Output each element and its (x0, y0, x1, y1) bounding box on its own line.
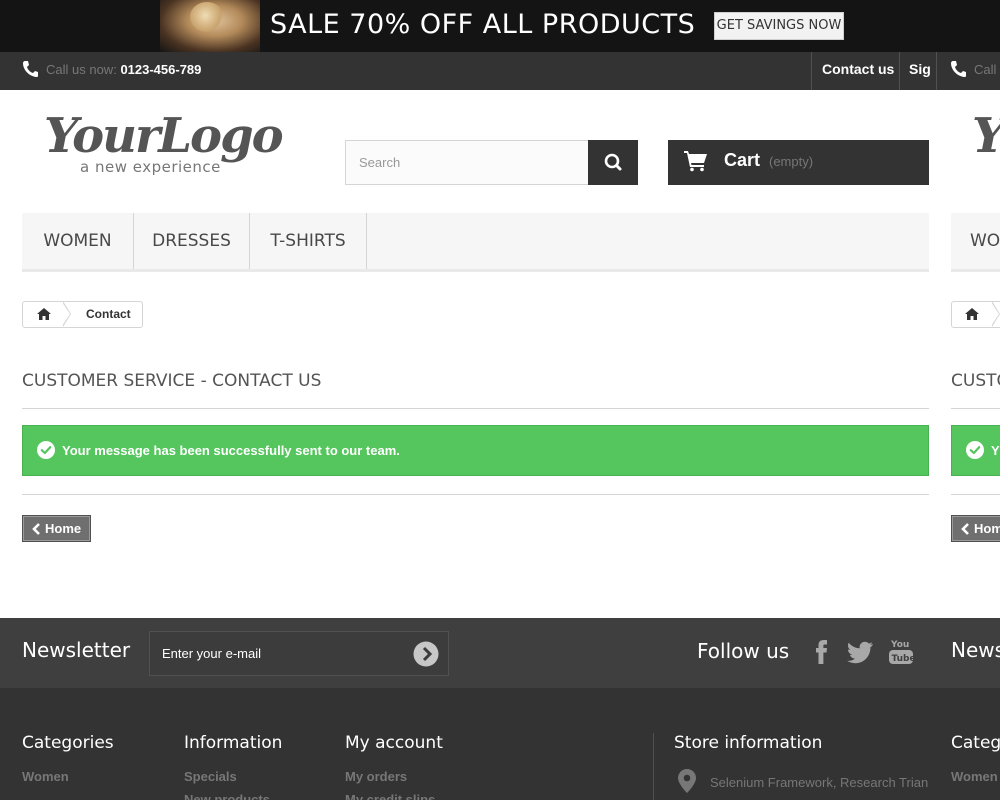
top-nav: Call us now: 0123-456-789 Contact us Sig… (0, 52, 1000, 90)
cart-button[interactable]: Cart (empty) (668, 140, 929, 185)
chevron-left-icon (32, 523, 40, 535)
footer-link-women-dup[interactable]: Women (951, 769, 998, 784)
search-box (345, 140, 638, 185)
store-address: Selenium Framework, Research Trian (710, 775, 929, 790)
call-us-text: Call us now: 0123-456-789 (46, 62, 201, 77)
phone-number: 0123-456-789 (120, 62, 202, 77)
svg-text:You: You (890, 640, 909, 650)
breadcrumb-separator-inner (991, 302, 999, 326)
youtube-icon[interactable]: You Tube (888, 636, 914, 666)
success-message-dup: Y (991, 443, 1000, 458)
footer-link-women[interactable]: Women (22, 769, 69, 784)
follow-us-label: Follow us (697, 639, 790, 663)
breadcrumb-current: Contact (86, 307, 131, 321)
breadcrumb-home-dup[interactable] (952, 302, 992, 327)
footer-link-my-orders[interactable]: My orders (345, 769, 407, 784)
success-alert-dup: Y (951, 425, 1000, 476)
home-icon (965, 308, 979, 320)
content-divider (22, 494, 929, 495)
promo-text: SALE 70% OFF ALL PRODUCTS (270, 9, 696, 40)
footer-account-title: My account (345, 733, 443, 753)
chevron-left-icon (961, 523, 969, 535)
footer-divider (653, 733, 654, 800)
nav-divider (936, 52, 937, 90)
footer-information-title: Information (184, 733, 283, 753)
facebook-icon[interactable] (812, 636, 830, 666)
map-pin-icon (678, 769, 696, 793)
menu-item-dresses[interactable]: DRESSES (134, 213, 250, 269)
newsletter-title: Newsletter (22, 638, 131, 662)
breadcrumb-separator-inner (62, 302, 70, 326)
footer: Categories Women Information Specials Ne… (0, 688, 1000, 800)
phone-icon (23, 61, 38, 77)
sign-in-link[interactable]: Sig (909, 61, 931, 77)
heading-divider (951, 408, 1000, 409)
footer-categories-title-dup: Categ (951, 733, 1000, 753)
newsletter-bar: Newsletter Follow us You Tube News (0, 618, 1000, 688)
breadcrumb: Contact (22, 301, 143, 328)
home-button-label: Home (45, 521, 82, 536)
newsletter-form (149, 631, 449, 676)
check-circle-icon (37, 441, 55, 459)
nav-divider (899, 52, 900, 90)
get-savings-button[interactable]: GET SAVINGS NOW (714, 12, 844, 40)
menu-item-t-shirts[interactable]: T-SHIRTS (250, 213, 367, 269)
site-logo-dup[interactable]: Y (972, 112, 1000, 182)
menu-item-women-dup[interactable]: WO (951, 213, 1000, 269)
content-divider (951, 494, 1000, 495)
breadcrumb-home[interactable] (23, 302, 65, 327)
svg-text:Tube: Tube (892, 654, 915, 664)
heading-divider (22, 408, 929, 409)
footer-categories-title: Categories (22, 733, 114, 753)
footer-store-title: Store information (674, 733, 823, 753)
logo-wordmark-dup: Y (972, 112, 1000, 160)
search-button[interactable] (588, 140, 638, 185)
twitter-icon[interactable] (847, 636, 875, 666)
footer-link-specials[interactable]: Specials (184, 769, 237, 784)
nav-divider (811, 52, 812, 90)
page-title: CUSTOMER SERVICE - CONTACT US (22, 371, 322, 391)
phone-icon (951, 61, 966, 77)
site-logo[interactable]: YourLogo a new experience (44, 112, 284, 182)
call-us-label: Call us now: (46, 62, 117, 77)
logo-tagline: a new experience (80, 158, 221, 176)
footer-link-new-products[interactable]: New products (184, 792, 270, 800)
success-alert: Your message has been successfully sent … (22, 425, 929, 476)
contact-us-link[interactable]: Contact us (822, 61, 894, 77)
search-input[interactable] (346, 141, 589, 184)
newsletter-submit-icon[interactable] (413, 641, 439, 667)
success-message: Your message has been successfully sent … (62, 443, 400, 458)
promo-model-image (160, 0, 260, 52)
page-title-dup: CUSTO (951, 371, 1000, 391)
home-icon (37, 308, 51, 320)
home-button-dup[interactable]: Hom (951, 515, 1000, 542)
menu-item-women[interactable]: WOMEN (22, 213, 134, 269)
home-button[interactable]: Home (22, 515, 91, 542)
call-us-text-dup: Call (974, 62, 997, 77)
newsletter-title-dup: News (951, 638, 1000, 662)
cart-label: Cart (724, 150, 761, 170)
home-button-label-dup: Hom (974, 521, 1000, 536)
main-menu-dup: WO (951, 213, 1000, 272)
breadcrumb-dup (951, 301, 1000, 328)
footer-link-credit-slips[interactable]: My credit slips (345, 792, 435, 800)
promo-banner[interactable]: SALE 70% OFF ALL PRODUCTS GET SAVINGS NO… (0, 0, 1000, 52)
search-icon (604, 153, 622, 171)
main-menu: WOMEN DRESSES T-SHIRTS (22, 213, 929, 272)
check-circle-icon (966, 441, 984, 459)
logo-wordmark: YourLogo (44, 108, 284, 164)
cart-status: (empty) (769, 154, 814, 169)
newsletter-email-input[interactable] (150, 632, 400, 675)
cart-icon (684, 151, 707, 172)
